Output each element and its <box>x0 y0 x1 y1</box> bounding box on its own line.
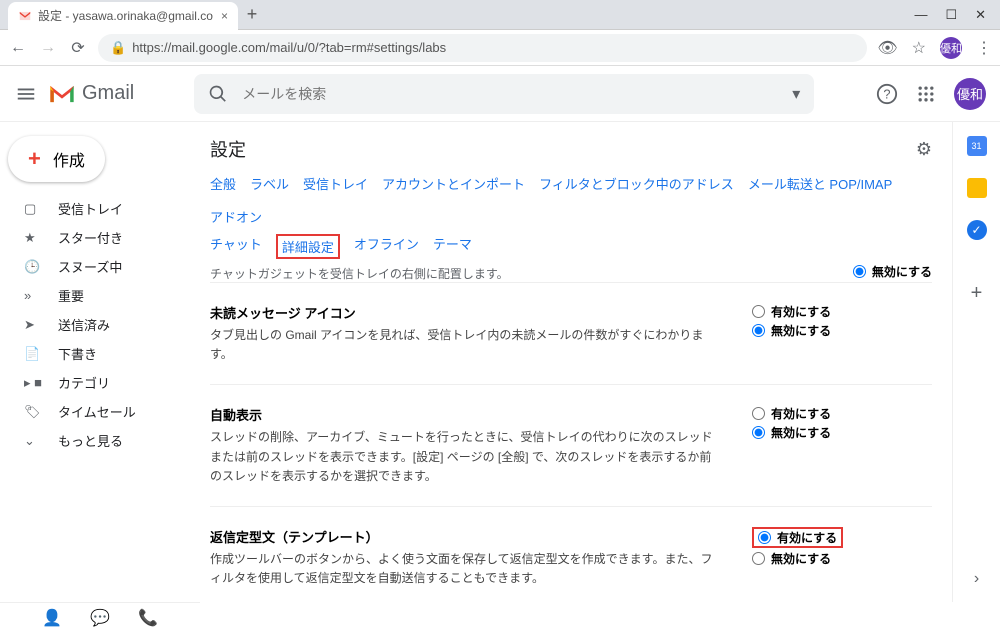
search-icon <box>208 84 228 104</box>
tab-inbox[interactable]: 受信トレイ <box>303 174 368 193</box>
svg-text:?: ? <box>883 86 890 101</box>
sidebar-item-more[interactable]: ⌄もっと見る <box>0 426 200 455</box>
sent-icon: ➤ <box>24 317 42 333</box>
setting-canned-responses: 返信定型文（テンプレート） 作成ツールバーのボタンから、よく使う文面を保存して返… <box>210 506 932 602</box>
help-icon[interactable]: ? <box>876 83 898 105</box>
sidebar-item-sent[interactable]: ➤送信済み <box>0 310 200 339</box>
addons-plus-icon[interactable]: + <box>971 282 983 305</box>
address-bar: ← → ⟳ 🔒 https://mail.google.com/mail/u/0… <box>0 30 1000 66</box>
setting-title: 返信定型文（テンプレート） <box>210 527 722 546</box>
gmail-logo-icon <box>48 83 76 105</box>
profile-avatar-small[interactable]: 優和 <box>940 37 962 59</box>
gear-icon[interactable]: ⚙ <box>916 139 932 160</box>
settings-content: 設定 ⚙ 全般 ラベル 受信トレイ アカウントとインポート フィルタとブロック中… <box>200 122 952 602</box>
calendar-icon[interactable]: 31 <box>967 136 987 156</box>
search-box[interactable]: ▾ <box>194 74 814 114</box>
radio-disable-top[interactable] <box>853 265 866 278</box>
compose-button[interactable]: + 作成 <box>8 136 105 182</box>
rail-collapse-icon[interactable]: › <box>974 570 979 588</box>
tab-chat[interactable]: チャット <box>210 234 262 259</box>
gmail-logo[interactable]: Gmail <box>48 82 134 105</box>
radio-disable[interactable] <box>752 552 765 565</box>
eye-icon[interactable]: 👁 <box>877 38 897 58</box>
sidebar-item-drafts[interactable]: 📄下書き <box>0 339 200 368</box>
tab-accounts[interactable]: アカウントとインポート <box>382 174 525 193</box>
back-icon[interactable]: ← <box>8 39 28 57</box>
tasks-icon[interactable]: ✓ <box>967 220 987 240</box>
browser-menu-icon[interactable]: ⋮ <box>976 38 992 58</box>
radio-disable[interactable] <box>752 426 765 439</box>
truncated-desc: チャットガジェットを受信トレイの右側に配置します。 <box>210 265 509 282</box>
gmail-header: Gmail ▾ ? 優和 <box>0 66 1000 122</box>
tab-addons[interactable]: アドオン <box>210 207 262 226</box>
hangouts-person-icon[interactable]: 👤 <box>42 608 62 628</box>
radio-enable[interactable] <box>758 531 771 544</box>
window-maximize-icon[interactable]: ☐ <box>945 7 957 23</box>
settings-tabs-row2: チャット 詳細設定 オフライン テーマ <box>210 230 932 263</box>
sidebar: + 作成 ▢受信トレイ ★スター付き 🕒スヌーズ中 »重要 ➤送信済み 📄下書き… <box>0 122 200 602</box>
setting-desc: スレッドの削除、アーカイブ、ミュートを行ったときに、受信トレイの代わりに次のスレ… <box>210 428 722 486</box>
tab-title: 設定 - yasawa.orinaka@gmail.co <box>38 7 215 24</box>
hangouts-phone-icon[interactable]: 📞 <box>138 608 158 628</box>
tab-forwarding[interactable]: メール転送と POP/IMAP <box>748 174 892 193</box>
setting-unread-icon: 未読メッセージ アイコン タブ見出しの Gmail アイコンを見れば、受信トレイ… <box>210 282 932 384</box>
category-icon: ▸ ■ <box>24 375 42 391</box>
radio-enable[interactable] <box>752 407 765 420</box>
account-avatar[interactable]: 優和 <box>954 78 986 110</box>
window-controls: — ☐ ✕ <box>900 7 1000 23</box>
draft-icon: 📄 <box>24 346 42 362</box>
reload-icon[interactable]: ⟳ <box>68 38 88 58</box>
search-input[interactable] <box>242 86 778 102</box>
radio-disable[interactable] <box>752 324 765 337</box>
settings-tabs-row1: 全般 ラベル 受信トレイ アカウントとインポート フィルタとブロック中のアドレス… <box>210 170 932 230</box>
sidebar-item-timesale[interactable]: 🏷タイムセール <box>0 397 200 426</box>
forward-icon[interactable]: → <box>38 39 58 57</box>
tab-close-icon[interactable]: × <box>221 9 228 23</box>
menu-icon[interactable] <box>14 83 38 105</box>
search-dropdown-icon[interactable]: ▾ <box>792 84 800 104</box>
tab-offline[interactable]: オフライン <box>354 234 419 259</box>
setting-desc: タブ見出しの Gmail アイコンを見れば、受信トレイ内の未読メールの件数がすぐ… <box>210 326 722 364</box>
window-close-icon[interactable]: ✕ <box>975 7 986 23</box>
apps-icon[interactable] <box>916 84 936 104</box>
gmail-logo-text: Gmail <box>82 82 134 105</box>
tab-general[interactable]: 全般 <box>210 174 236 193</box>
settings-title: 設定 <box>210 136 246 162</box>
sidebar-item-starred[interactable]: ★スター付き <box>0 223 200 252</box>
plus-icon: + <box>28 146 41 172</box>
setting-auto-advance: 自動表示 スレッドの削除、アーカイブ、ミュートを行ったときに、受信トレイの代わり… <box>210 384 932 506</box>
window-minimize-icon[interactable]: — <box>914 7 927 23</box>
chevron-down-icon: ⌄ <box>24 433 42 449</box>
keep-icon[interactable] <box>967 178 987 198</box>
gmail-favicon <box>18 9 32 23</box>
browser-tab[interactable]: 設定 - yasawa.orinaka@gmail.co × <box>8 2 238 30</box>
lock-icon: 🔒 <box>110 40 126 56</box>
right-rail: 31 ✓ + › <box>952 122 1000 602</box>
sidebar-item-inbox[interactable]: ▢受信トレイ <box>0 194 200 223</box>
clock-icon: 🕒 <box>24 259 42 275</box>
setting-desc: 作成ツールバーのボタンから、よく使う文面を保存して返信定型文を作成できます。また… <box>210 550 722 588</box>
tab-themes[interactable]: テーマ <box>433 234 472 259</box>
tab-labels[interactable]: ラベル <box>250 174 289 193</box>
sidebar-item-categories[interactable]: ▸ ■カテゴリ <box>0 368 200 397</box>
setting-title: 自動表示 <box>210 405 722 424</box>
hangouts-bar: 👤 💬 📞 <box>0 602 200 632</box>
sidebar-item-important[interactable]: »重要 <box>0 281 200 310</box>
tab-advanced[interactable]: 詳細設定 <box>276 234 340 259</box>
url-input[interactable]: 🔒 https://mail.google.com/mail/u/0/?tab=… <box>98 34 867 62</box>
url-text: https://mail.google.com/mail/u/0/?tab=rm… <box>132 40 446 55</box>
tab-filters[interactable]: フィルタとブロック中のアドレス <box>539 174 734 193</box>
label-icon: 🏷 <box>24 404 42 420</box>
sidebar-item-snoozed[interactable]: 🕒スヌーズ中 <box>0 252 200 281</box>
hangouts-chat-icon[interactable]: 💬 <box>90 608 110 628</box>
star-icon[interactable]: ☆ <box>912 38 926 58</box>
star-icon: ★ <box>24 230 42 246</box>
inbox-icon: ▢ <box>24 201 42 217</box>
important-icon: » <box>24 288 42 303</box>
browser-tab-bar: 設定 - yasawa.orinaka@gmail.co × + — ☐ ✕ <box>0 0 1000 30</box>
new-tab-button[interactable]: + <box>238 1 266 29</box>
setting-title: 未読メッセージ アイコン <box>210 303 722 322</box>
compose-label: 作成 <box>53 147 85 171</box>
radio-enable[interactable] <box>752 305 765 318</box>
